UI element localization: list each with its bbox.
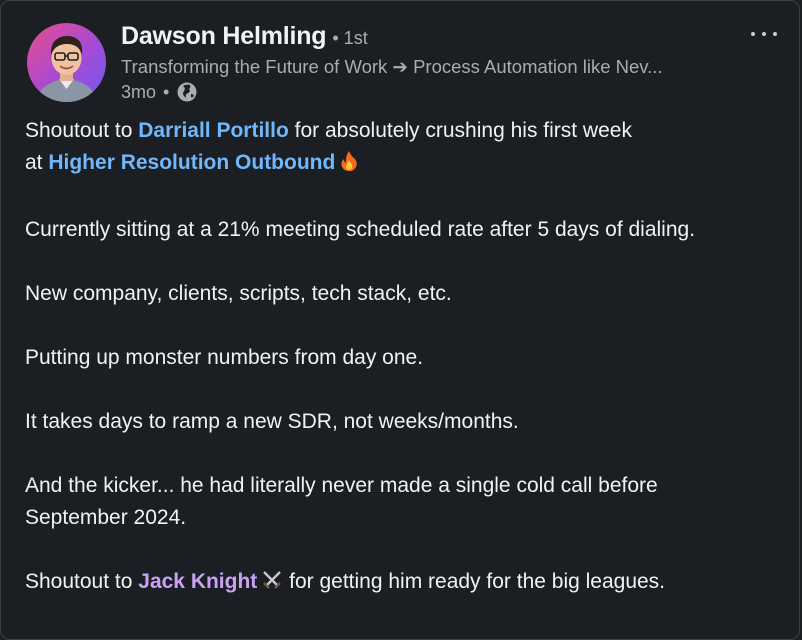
- globe-icon: [176, 81, 198, 103]
- post-paragraph: And the kicker... he had literally never…: [25, 470, 795, 534]
- post-paragraph: Shoutout to Darriall Portillo for absolu…: [25, 115, 795, 182]
- mention-higher-resolution-outbound[interactable]: Higher Resolution Outbound: [48, 151, 335, 174]
- text-segment: for getting him ready for the big league…: [283, 570, 666, 593]
- text-segment: for absolutely crushing his first week: [288, 119, 632, 142]
- author-avatar[interactable]: [27, 23, 106, 102]
- post-age: 3mo: [121, 81, 157, 102]
- post-meta: 3mo •: [121, 81, 198, 103]
- post-paragraph: Putting up monster numbers from day one.: [25, 346, 424, 369]
- author-headline: Transforming the Future of Work ➔ Proces…: [121, 56, 663, 77]
- post-paragraph: New company, clients, scripts, tech stac…: [25, 282, 452, 305]
- meta-separator: •: [163, 81, 170, 102]
- connection-degree: • 1st: [332, 28, 368, 48]
- text-segment: at: [25, 151, 49, 174]
- text-segment: Shoutout to: [25, 119, 139, 142]
- post-paragraph: Shoutout to Jack Knight for getting him …: [25, 566, 795, 601]
- author-line: Dawson Helmling • 1st: [121, 22, 368, 51]
- author-name[interactable]: Dawson Helmling: [121, 22, 327, 50]
- fire-icon: [339, 150, 359, 182]
- text-segment: Shoutout to: [25, 570, 139, 593]
- text-segment: September 2024.: [25, 506, 187, 529]
- crossed-swords-icon: [261, 569, 283, 601]
- post-card: Dawson Helmling • 1st Transforming the Fu…: [0, 0, 800, 640]
- mention-jack-knight[interactable]: Jack Knight: [138, 570, 257, 593]
- more-options-icon[interactable]: [751, 27, 777, 41]
- post-paragraph: Currently sitting at a 21% meeting sched…: [25, 218, 696, 241]
- post-body: Shoutout to Darriall Portillo for absolu…: [25, 115, 795, 601]
- post-paragraph: It takes days to ramp a new SDR, not wee…: [25, 410, 519, 433]
- mention-darriall-portillo[interactable]: Darriall Portillo: [138, 119, 289, 142]
- avatar-portrait: [35, 36, 98, 102]
- text-segment: And the kicker... he had literally never…: [25, 474, 658, 497]
